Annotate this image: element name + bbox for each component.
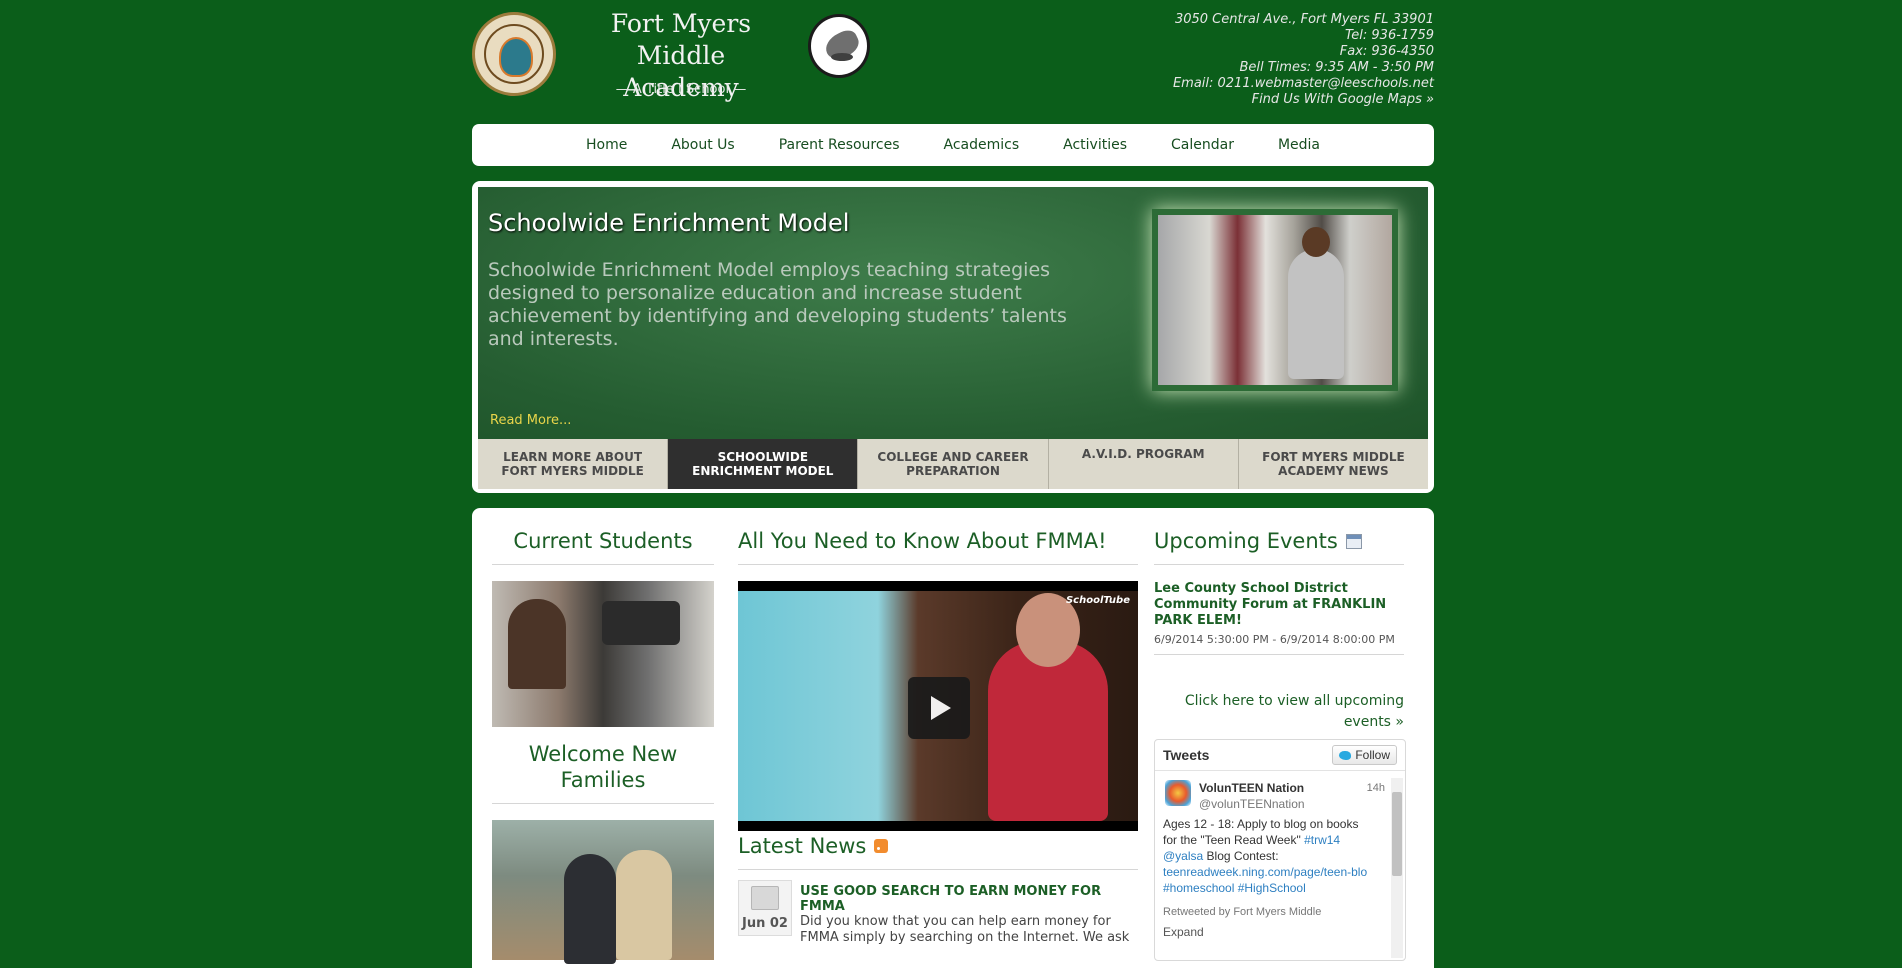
current-students-heading[interactable]: Current Students: [492, 528, 714, 565]
fmma-heading: All You Need to Know About FMMA!: [738, 528, 1138, 565]
view-all-events-link[interactable]: Click here to view all upcoming events »: [1154, 691, 1404, 733]
tweets-title: Tweets: [1163, 747, 1210, 763]
news-excerpt: Did you know that you can help earn mone…: [800, 914, 1130, 945]
event-title-link[interactable]: Lee County School District Community For…: [1154, 581, 1404, 629]
science-fair-photo: [1158, 215, 1392, 385]
school-name-line1: Fort Myers: [610, 9, 752, 38]
tweet-avatar[interactable]: [1165, 780, 1191, 806]
nav-about-us[interactable]: About Us: [671, 137, 734, 153]
play-button[interactable]: [908, 677, 970, 739]
calendar-icon[interactable]: [1345, 533, 1362, 549]
dolphin-mascot-logo: [808, 14, 870, 78]
middle-column: All You Need to Know About FMMA! SchoolT…: [738, 528, 1138, 950]
nav-parent-resources[interactable]: Parent Resources: [779, 137, 900, 153]
contact-info: 3050 Central Ave., Fort Myers FL 33901 T…: [1173, 12, 1434, 108]
nav-calendar[interactable]: Calendar: [1171, 137, 1234, 153]
contact-tel: Tel: 936-1759: [1344, 28, 1434, 43]
follow-button[interactable]: Follow: [1332, 745, 1397, 765]
tweet-line2: for the "Teen Read Week" #trw14: [1163, 832, 1385, 848]
twitter-bird-icon: [1339, 750, 1352, 760]
featured-slider: Schoolwide Enrichment Model Schoolwide E…: [472, 181, 1434, 493]
nav-activities[interactable]: Activities: [1063, 137, 1127, 153]
video-player[interactable]: SchoolTube: [738, 581, 1138, 831]
nav-media[interactable]: Media: [1278, 137, 1320, 153]
main-nav: Home About Us Parent Resources Academics…: [472, 124, 1434, 166]
tweets-header: Tweets Follow: [1155, 740, 1405, 771]
latest-news-heading: Latest News: [738, 833, 1138, 870]
tab-schoolwide-enrichment[interactable]: SCHOOLWIDE ENRICHMENT MODEL: [668, 439, 859, 489]
event-time: 6/9/2014 5:30:00 PM - 6/9/2014 8:00:00 P…: [1154, 633, 1395, 646]
new-families-photo[interactable]: [492, 820, 714, 964]
calendar-icon: [751, 886, 779, 910]
featured-slide: Schoolwide Enrichment Model Schoolwide E…: [478, 187, 1428, 439]
google-maps-link[interactable]: Find Us With Google Maps »: [1173, 92, 1434, 108]
district-seal-logo: [472, 12, 556, 96]
tweet-text: Blog Contest:: [1206, 849, 1279, 863]
hashtag-link[interactable]: #trw14: [1304, 833, 1340, 847]
current-students-photo[interactable]: [492, 581, 714, 727]
tweets-scrollbar[interactable]: [1391, 778, 1403, 958]
feature-photo[interactable]: [1152, 209, 1398, 391]
tab-label-line1: A.V.I.D. PROGRAM: [1081, 447, 1205, 461]
tab-label-line2: FORT MYERS MIDDLE: [501, 464, 644, 478]
tweet-author-name[interactable]: VolunTEEN Nation: [1199, 780, 1304, 796]
twitter-widget: Tweets Follow VolunTEEN Nation @volunTEE…: [1154, 739, 1406, 961]
retweet-info[interactable]: Retweeted by Fort Myers Middle: [1163, 904, 1321, 920]
tweet-text: for the "Teen Read Week": [1163, 833, 1301, 847]
tab-label-line2: ENRICHMENT MODEL: [692, 464, 834, 478]
tab-label-line2: PREPARATION: [906, 464, 1000, 478]
video-teacher-figure: [988, 593, 1108, 821]
tab-avid-program[interactable]: A.V.I.D. PROGRAM: [1048, 439, 1239, 489]
latest-news-title: Latest News: [738, 834, 867, 858]
student-figure: [1288, 227, 1344, 379]
tweet-line3: @yalsa Blog Contest:: [1163, 848, 1385, 864]
news-date: Jun 02: [742, 916, 788, 931]
contact-bell-times: Bell Times: 9:35 AM - 3:50 PM: [1239, 60, 1434, 75]
tab-college-career[interactable]: COLLEGE AND CAREER PREPARATION: [858, 439, 1049, 489]
rss-icon[interactable]: [874, 839, 889, 853]
welcome-line1: Welcome New: [528, 742, 678, 766]
expand-link[interactable]: Expand: [1163, 924, 1204, 940]
nav-academics[interactable]: Academics: [943, 137, 1019, 153]
slider-tabs: LEARN MORE ABOUT FORT MYERS MIDDLE SCHOOL…: [478, 439, 1429, 489]
feature-body: Schoolwide Enrichment Model employs teac…: [488, 259, 1067, 350]
tab-label-line1: SCHOOLWIDE: [717, 450, 809, 464]
tab-label-line2: ACADEMY NEWS: [1278, 464, 1389, 478]
main-content: Current Students Welcome New Families Al…: [472, 508, 1434, 968]
nav-home[interactable]: Home: [586, 137, 627, 153]
tab-label-line1: FORT MYERS MIDDLE: [1262, 450, 1405, 464]
tab-academy-news[interactable]: FORT MYERS MIDDLE ACADEMY NEWS: [1238, 439, 1429, 489]
tweet-time[interactable]: 14h: [1367, 780, 1385, 796]
welcome-families-heading[interactable]: Welcome New Families: [492, 741, 714, 804]
left-column: Current Students Welcome New Families: [492, 528, 714, 964]
tab-learn-more[interactable]: LEARN MORE ABOUT FORT MYERS MIDDLE: [478, 439, 669, 489]
welcome-line2: Families: [560, 768, 646, 792]
tweet-body: Ages 12 - 18: Apply to blog on books for…: [1163, 816, 1385, 896]
mention-link[interactable]: @yalsa: [1163, 849, 1203, 863]
news-item: Jun 02 USE GOOD SEARCH TO EARN MONEY FOR…: [738, 870, 1138, 950]
feature-title: Schoolwide Enrichment Model: [488, 209, 850, 237]
read-more-link[interactable]: Read More...: [490, 413, 571, 428]
upcoming-events-title: Upcoming Events: [1154, 529, 1338, 553]
video-watermark: SchoolTube: [1065, 595, 1130, 606]
tweet-url-link[interactable]: teenreadweek.ning.com/page/teen-blo: [1163, 864, 1385, 880]
event-item: Lee County School District Community For…: [1154, 565, 1404, 655]
right-column: Upcoming Events Lee County School Distri…: [1154, 528, 1406, 961]
upcoming-events-heading: Upcoming Events: [1154, 528, 1404, 565]
follow-label: Follow: [1355, 748, 1390, 762]
tweet-author-handle[interactable]: @volunTEENnation: [1199, 796, 1305, 812]
contact-address: 3050 Central Ave., Fort Myers FL 33901: [1174, 12, 1434, 27]
news-title-link[interactable]: USE GOOD SEARCH TO EARN MONEY FOR FMMA: [800, 884, 1138, 914]
contact-fax: Fax: 936-4350: [1339, 44, 1434, 59]
contact-email[interactable]: Email: 0211.webmaster@leeschools.net: [1173, 76, 1434, 92]
tab-label-line1: COLLEGE AND CAREER: [877, 450, 1029, 464]
tab-label-line1: LEARN MORE ABOUT: [503, 450, 643, 464]
news-date-badge: Jun 02: [738, 880, 792, 936]
school-tagline: — A Title I School —: [615, 82, 747, 97]
tweet-line1: Ages 12 - 18: Apply to blog on books: [1163, 817, 1359, 831]
hashtags-link[interactable]: #homeschool #HighSchool: [1163, 880, 1385, 896]
